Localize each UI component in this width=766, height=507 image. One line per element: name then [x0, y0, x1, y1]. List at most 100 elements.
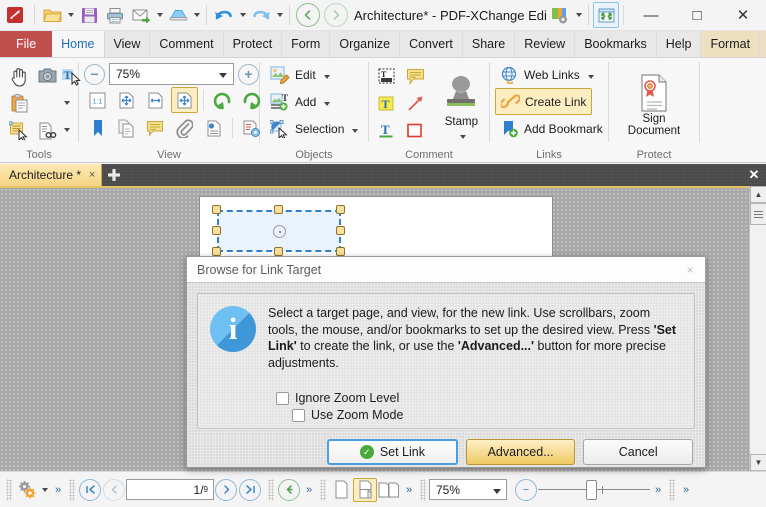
history-back-button[interactable] [278, 478, 300, 501]
status-zoom-combobox[interactable]: 75% [429, 479, 507, 500]
ribbon-tab-comment[interactable]: Comment [150, 31, 224, 57]
zoom-out-button[interactable]: − [84, 63, 105, 85]
chevron-down-icon[interactable] [457, 128, 466, 135]
stamp-button[interactable]: Stamp [439, 72, 484, 135]
advanced-button[interactable]: Advanced... [465, 439, 576, 465]
select-comments-icon[interactable] [5, 117, 33, 144]
create-link-button[interactable]: Create Link [495, 88, 593, 115]
email-icon[interactable] [128, 2, 154, 28]
ribbon-tab-protect[interactable]: Protect [224, 31, 283, 57]
bookmarks-panel-icon[interactable] [84, 115, 111, 141]
next-page-button[interactable] [215, 478, 237, 501]
zoom-slider-knob[interactable] [586, 479, 597, 500]
toolbar-grip[interactable] [669, 478, 675, 501]
ribbon-tab-share[interactable]: Share [463, 31, 516, 57]
ribbon-tab-form[interactable]: Form [282, 31, 331, 57]
ribbon-tab-help[interactable]: Help [657, 31, 702, 57]
attachments-icon[interactable] [171, 115, 198, 141]
selection-button[interactable]: Selection [265, 115, 363, 142]
ribbon-tab-view[interactable]: View [105, 31, 151, 57]
theme-icon[interactable] [547, 2, 573, 28]
overflow-icon[interactable]: » [678, 479, 694, 501]
actual-size-icon[interactable]: 1:1 [84, 87, 111, 113]
use-zoom-mode-checkbox[interactable] [292, 408, 305, 422]
scroll-down-button[interactable]: ▼ [750, 454, 766, 471]
toolbar-grip[interactable] [420, 478, 426, 501]
scroll-up-button[interactable]: ▲ [750, 186, 766, 203]
zoom-in-button[interactable]: + [238, 63, 259, 85]
print-icon[interactable] [102, 2, 128, 28]
redo-icon[interactable] [248, 2, 274, 28]
two-page-mode-icon[interactable] [377, 478, 401, 502]
ignore-zoom-level-row[interactable]: Ignore Zoom Level [276, 391, 682, 405]
toolbar-grip[interactable] [268, 478, 274, 501]
chevron-down-icon[interactable] [321, 95, 330, 109]
cancel-button[interactable]: Cancel [583, 439, 693, 465]
text-box-comment-icon[interactable]: T [374, 63, 402, 90]
scan-icon[interactable] [165, 2, 191, 28]
expand-history-icon[interactable]: » [301, 479, 317, 501]
minimize-button[interactable]: — [628, 0, 674, 31]
close-document-button[interactable]: ✕ [742, 164, 766, 186]
open-dropdown-arrow[interactable] [65, 2, 76, 28]
sticky-note-icon[interactable] [402, 63, 430, 90]
chevron-down-icon[interactable] [585, 68, 594, 82]
toolbar-grip[interactable] [69, 478, 75, 501]
expand-zoom-icon[interactable]: » [650, 479, 666, 501]
rotate-left-icon[interactable] [209, 87, 236, 113]
close-icon[interactable]: × [89, 169, 95, 181]
set-link-button[interactable]: ✓ Set Link [327, 439, 458, 465]
snapshot-camera-icon[interactable] [33, 63, 61, 90]
close-button[interactable]: ✕ [720, 0, 766, 31]
vertical-scrollbar[interactable]: ▲ ▼ [749, 186, 766, 471]
first-page-button[interactable] [79, 478, 101, 501]
find-dropdown-arrow[interactable] [61, 117, 72, 143]
pages-panel-icon[interactable] [113, 115, 140, 141]
ribbon-tab-home[interactable]: Home [52, 31, 105, 57]
save-icon[interactable] [76, 2, 102, 28]
open-icon[interactable] [39, 2, 65, 28]
maximize-button[interactable]: □ [674, 0, 720, 31]
chevron-down-icon[interactable] [349, 122, 358, 136]
chevron-down-icon[interactable] [217, 67, 229, 81]
comments-panel-icon[interactable] [142, 115, 169, 141]
status-zoom-out-button[interactable]: − [515, 478, 537, 501]
theme-dropdown-arrow[interactable] [573, 2, 584, 28]
scan-dropdown-arrow[interactable] [191, 2, 202, 28]
chevron-down-icon[interactable] [321, 68, 330, 82]
document-tab-architecture[interactable]: Architecture * × [0, 164, 103, 186]
highlight-text-icon[interactable]: T [374, 90, 402, 117]
redo-dropdown-arrow[interactable] [274, 2, 285, 28]
zoom-slider[interactable] [538, 479, 650, 501]
layers-panel-icon[interactable] [200, 115, 227, 141]
hand-tool-icon[interactable] [5, 63, 33, 90]
expand-toolbar-icon[interactable]: » [50, 479, 66, 501]
edit-object-button[interactable]: Edit [265, 61, 335, 88]
web-links-button[interactable]: Web Links [495, 61, 599, 88]
add-object-button[interactable]: T Add [265, 88, 335, 115]
arrow-annotation-icon[interactable] [402, 90, 430, 117]
ribbon-tab-bookmarks[interactable]: Bookmarks [575, 31, 657, 57]
ribbon-tab-convert[interactable]: Convert [400, 31, 463, 57]
fit-width-icon[interactable] [142, 87, 169, 113]
find-document-icon[interactable] [33, 117, 61, 144]
email-dropdown-arrow[interactable] [154, 2, 165, 28]
zoom-level-combobox[interactable]: 75% [109, 63, 234, 85]
nav-back-icon[interactable] [296, 3, 320, 27]
prev-page-button[interactable] [103, 478, 125, 501]
single-page-mode-icon[interactable] [329, 478, 353, 502]
ribbon-tab-arrange[interactable]: Arrange [760, 31, 766, 57]
ribbon-tab-review[interactable]: Review [515, 31, 576, 57]
settings-dropdown-arrow[interactable] [39, 477, 50, 503]
undo-icon[interactable] [211, 2, 237, 28]
underline-text-icon[interactable]: T [374, 117, 402, 144]
gear-icon[interactable] [15, 477, 39, 503]
paste-dropdown-arrow[interactable] [61, 90, 72, 116]
ribbon-tab-file[interactable]: File [0, 31, 53, 57]
dialog-close-icon[interactable]: × [679, 260, 701, 280]
last-page-button[interactable] [239, 478, 261, 501]
toolbar-grip[interactable] [6, 478, 12, 501]
expand-page-mode-icon[interactable]: » [401, 479, 417, 501]
rectangle-annotation-icon[interactable] [402, 117, 430, 144]
ignore-zoom-level-checkbox[interactable] [276, 391, 289, 405]
